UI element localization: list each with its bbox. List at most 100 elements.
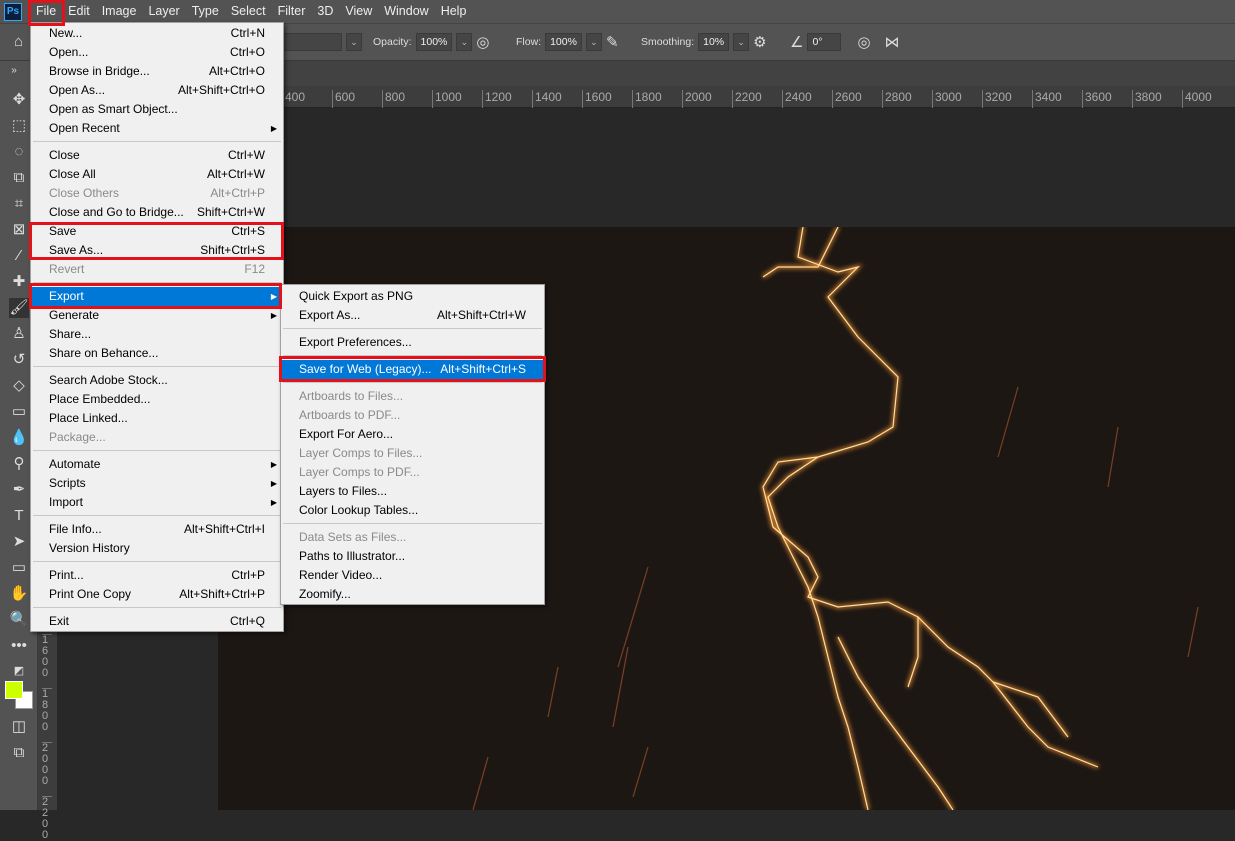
menu-item-export-preferences[interactable]: Export Preferences...: [281, 333, 544, 352]
move-tool-icon[interactable]: ✥: [9, 90, 29, 110]
menu-item-open-as[interactable]: Open As... Alt+Shift+Ctrl+O: [31, 81, 283, 100]
menu-item-close-and-go-to-bridge[interactable]: Close and Go to Bridge... Shift+Ctrl+W: [31, 203, 283, 222]
foreground-color-swatch[interactable]: [5, 681, 23, 699]
pressure-size-icon[interactable]: ◎: [857, 33, 870, 51]
zoom-tool-icon[interactable]: 🔍: [9, 610, 29, 630]
menu-item-export-as[interactable]: Export As... Alt+Shift+Ctrl+W: [281, 306, 544, 325]
chevron-down-icon[interactable]: ⌄: [585, 33, 602, 51]
gradient-tool-icon[interactable]: ▭: [9, 402, 29, 422]
history-brush-icon[interactable]: ↺: [9, 350, 29, 370]
brush-tool-icon[interactable]: 🖌: [9, 298, 29, 318]
menu-item-zoomify[interactable]: Zoomify...: [281, 585, 544, 604]
type-tool-icon[interactable]: T: [9, 506, 29, 526]
menu-item-share-on-behance[interactable]: Share on Behance...: [31, 344, 283, 363]
menu-item-automate[interactable]: Automate ▶: [31, 455, 283, 474]
menu-item-open-as-smart-object[interactable]: Open as Smart Object...: [31, 100, 283, 119]
menu-file[interactable]: File: [30, 0, 62, 23]
menu-view[interactable]: View: [339, 0, 378, 23]
quick-mask-icon[interactable]: ◫: [9, 717, 29, 737]
menu-item-render-video[interactable]: Render Video...: [281, 566, 544, 585]
screen-mode-icon[interactable]: ⧉: [9, 743, 29, 763]
menu-item-scripts[interactable]: Scripts ▶: [31, 474, 283, 493]
expand-icon[interactable]: »: [4, 61, 24, 81]
menu-item-import[interactable]: Import ▶: [31, 493, 283, 512]
menu-select[interactable]: Select: [225, 0, 272, 23]
menu-item-print-one-copy[interactable]: Print One Copy Alt+Shift+Ctrl+P: [31, 585, 283, 604]
swap-colors-icon[interactable]: ◩ ⇆: [9, 661, 29, 697]
menu-item-close[interactable]: Close Ctrl+W: [31, 146, 283, 165]
menu-item-generate[interactable]: Generate ▶: [31, 306, 283, 325]
menu-item-browse-in-bridge[interactable]: Browse in Bridge... Alt+Ctrl+O: [31, 62, 283, 81]
healing-brush-icon[interactable]: ✚: [9, 272, 29, 292]
angle-field[interactable]: 0°: [807, 33, 842, 51]
menu-image[interactable]: Image: [96, 0, 143, 23]
menu-3d[interactable]: 3D: [311, 0, 339, 23]
chevron-down-icon[interactable]: ⌄: [346, 33, 362, 51]
opacity-field[interactable]: 100%: [415, 33, 453, 51]
more-tools-icon[interactable]: •••: [9, 636, 29, 656]
menu-item-label: Paths to Illustrator...: [299, 549, 406, 563]
menu-item-close-all[interactable]: Close All Alt+Ctrl+W: [31, 165, 283, 184]
menu-item-paths-to-illustrator[interactable]: Paths to Illustrator...: [281, 547, 544, 566]
menu-layer[interactable]: Layer: [142, 0, 185, 23]
menu-item-revert[interactable]: Revert F12: [31, 260, 283, 279]
menu-item-layer-comps-to-pdf[interactable]: Layer Comps to PDF...: [281, 463, 544, 482]
airbrush-icon[interactable]: ✎: [606, 33, 619, 51]
pen-tool-icon[interactable]: ✒: [9, 480, 29, 500]
smoothing-field[interactable]: 10%: [698, 33, 730, 51]
menu-item-artboards-to-pdf[interactable]: Artboards to PDF...: [281, 406, 544, 425]
chevron-down-icon[interactable]: ⌄: [733, 33, 750, 51]
crop-tool-icon[interactable]: ⌗: [9, 194, 29, 214]
menu-type[interactable]: Type: [186, 0, 225, 23]
dodge-tool-icon[interactable]: ⚲: [9, 454, 29, 474]
menu-item-close-others[interactable]: Close Others Alt+Ctrl+P: [31, 184, 283, 203]
menu-filter[interactable]: Filter: [272, 0, 312, 23]
frame-tool-icon[interactable]: ⊠: [9, 220, 29, 240]
menu-item-share[interactable]: Share...: [31, 325, 283, 344]
chevron-down-icon[interactable]: ⌄: [456, 33, 473, 51]
menu-item-new[interactable]: New... Ctrl+N: [31, 24, 283, 43]
stamp-tool-icon[interactable]: ♙: [9, 324, 29, 344]
menu-item-quick-export-as-png[interactable]: Quick Export as PNG: [281, 287, 544, 306]
hand-tool-icon[interactable]: ✋: [9, 584, 29, 604]
flow-field[interactable]: 100%: [545, 33, 582, 51]
eraser-tool-icon[interactable]: ◇: [9, 376, 29, 396]
marquee-tool-icon[interactable]: ⬚: [9, 116, 29, 136]
mode-select[interactable]: [280, 33, 342, 51]
menu-item-place-embedded[interactable]: Place Embedded...: [31, 390, 283, 409]
blur-tool-icon[interactable]: 💧: [9, 428, 29, 448]
menu-item-color-lookup-tables[interactable]: Color Lookup Tables...: [281, 501, 544, 520]
menu-item-export-for-aero[interactable]: Export For Aero...: [281, 425, 544, 444]
lasso-tool-icon[interactable]: ◌: [9, 142, 29, 162]
menu-edit[interactable]: Edit: [62, 0, 96, 23]
menu-item-exit[interactable]: Exit Ctrl+Q: [31, 612, 283, 631]
menu-item-package[interactable]: Package...: [31, 428, 283, 447]
menu-item-file-info[interactable]: File Info... Alt+Shift+Ctrl+I: [31, 520, 283, 539]
menu-item-data-sets-as-files[interactable]: Data Sets as Files...: [281, 528, 544, 547]
path-select-icon[interactable]: ➤: [9, 532, 29, 552]
menu-item-open-recent[interactable]: Open Recent ▶: [31, 119, 283, 138]
menu-separator: [33, 141, 281, 142]
menu-help[interactable]: Help: [435, 0, 473, 23]
rectangle-tool-icon[interactable]: ▭: [9, 558, 29, 578]
menu-item-version-history[interactable]: Version History: [31, 539, 283, 558]
home-icon[interactable]: ⌂: [14, 33, 23, 50]
eyedropper-tool-icon[interactable]: ⁄: [9, 246, 29, 266]
menu-item-search-adobe-stock[interactable]: Search Adobe Stock...: [31, 371, 283, 390]
gear-icon[interactable]: ⚙: [753, 33, 766, 51]
menu-window[interactable]: Window: [378, 0, 434, 23]
menu-item-save[interactable]: Save Ctrl+S: [31, 222, 283, 241]
menu-item-place-linked[interactable]: Place Linked...: [31, 409, 283, 428]
menu-item-save-for-web-legacy[interactable]: Save for Web (Legacy)... Alt+Shift+Ctrl+S: [281, 360, 544, 379]
menu-item-open[interactable]: Open... Ctrl+O: [31, 43, 283, 62]
menu-item-export[interactable]: Export ▶: [31, 287, 283, 306]
menu-item-layers-to-files[interactable]: Layers to Files...: [281, 482, 544, 501]
object-select-tool-icon[interactable]: ⧉: [9, 168, 29, 188]
symmetry-icon[interactable]: ⋈: [885, 33, 900, 51]
menu-item-layer-comps-to-files[interactable]: Layer Comps to Files...: [281, 444, 544, 463]
menu-item-artboards-to-files[interactable]: Artboards to Files...: [281, 387, 544, 406]
menu-item-save-as[interactable]: Save As... Shift+Ctrl+S: [31, 241, 283, 260]
pressure-opacity-icon[interactable]: ◎: [476, 33, 489, 51]
menu-item-print[interactable]: Print... Ctrl+P: [31, 566, 283, 585]
ruler-tick-label: 400: [282, 90, 305, 108]
